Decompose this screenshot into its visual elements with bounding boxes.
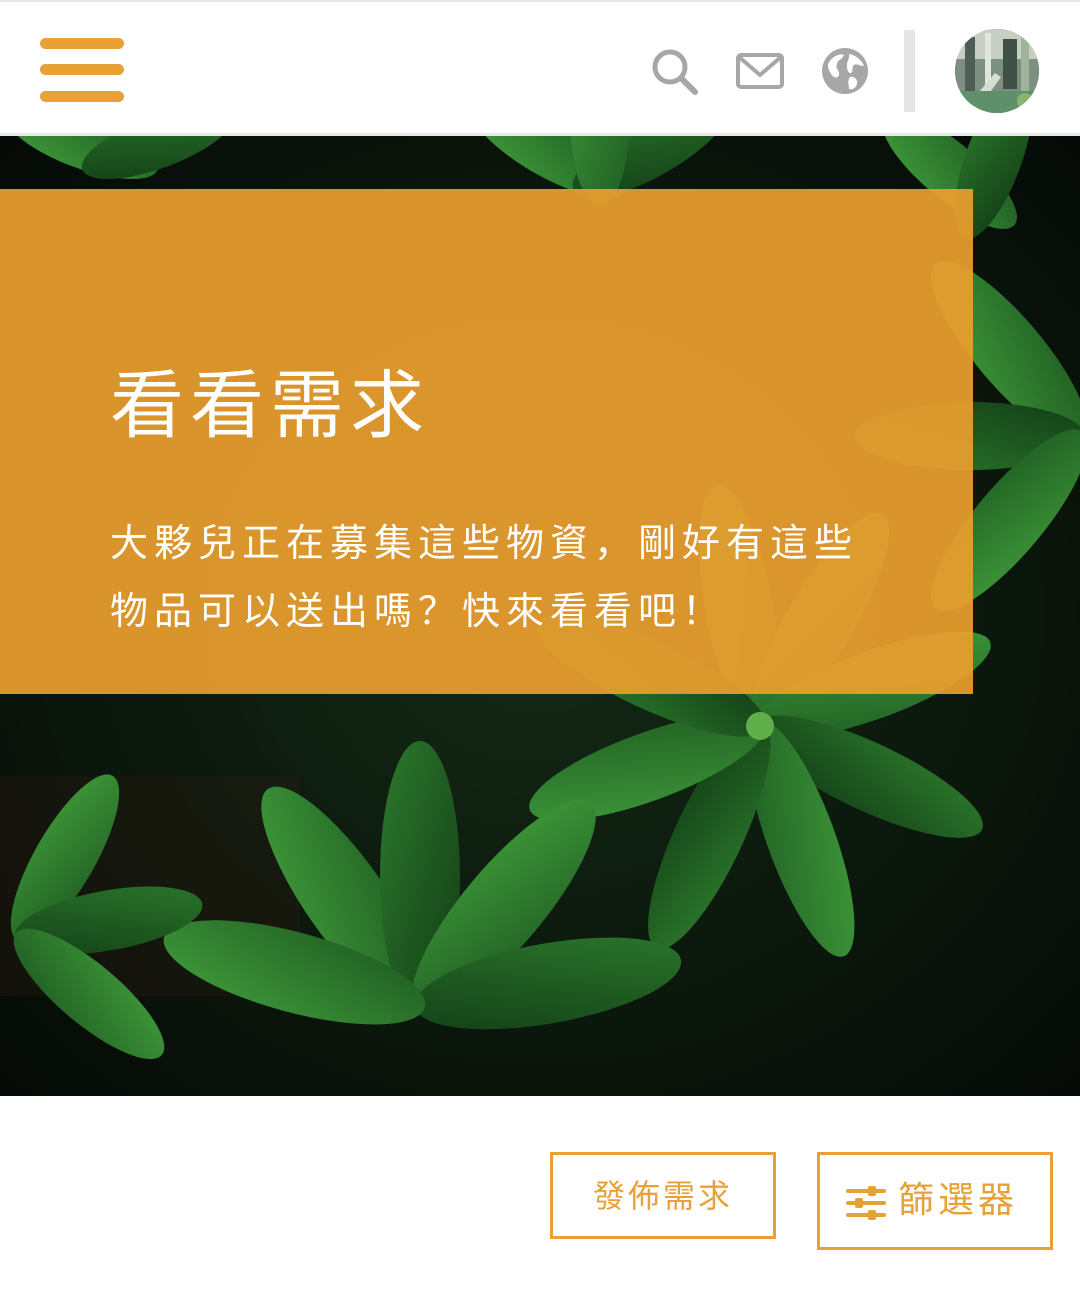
filter-button[interactable]: 篩選器	[817, 1152, 1053, 1250]
globe-icon[interactable]	[820, 46, 870, 96]
hamburger-line	[40, 38, 124, 49]
sliders-icon	[846, 1186, 886, 1220]
page-title: 看看需求	[110, 363, 430, 449]
hero-description: 大夥兒正在募集這些物資，剛好有這些物品可以送出嗎？快來看看吧！	[110, 521, 859, 633]
nav-divider	[904, 30, 915, 112]
search-icon[interactable]	[649, 46, 699, 96]
filter-button-label: 篩選器	[898, 1180, 1019, 1221]
post-request-button[interactable]: 發佈需求	[550, 1152, 776, 1239]
top-nav-bar	[0, 0, 1080, 136]
user-avatar[interactable]	[955, 29, 1039, 113]
mail-icon[interactable]	[735, 46, 785, 96]
hamburger-line	[40, 91, 124, 102]
hero-section: 看看需求 大夥兒正在募集這些物資，剛好有這些物品可以送出嗎？快來看看吧！	[0, 136, 1080, 1096]
action-bar: 發佈需求 篩選器	[0, 1096, 1080, 1308]
hero-banner: 看看需求 大夥兒正在募集這些物資，剛好有這些物品可以送出嗎？快來看看吧！	[0, 189, 973, 694]
hamburger-menu-icon[interactable]	[40, 36, 124, 104]
hamburger-line	[40, 64, 124, 75]
